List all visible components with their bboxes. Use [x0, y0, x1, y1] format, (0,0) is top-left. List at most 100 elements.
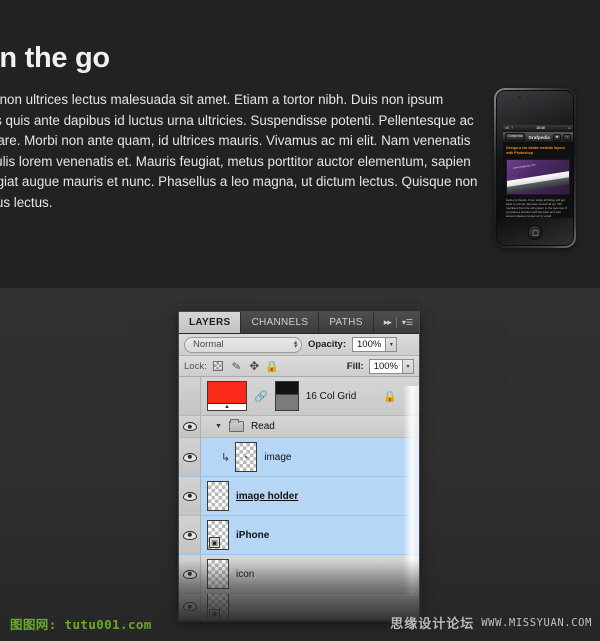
layer-thumbnail[interactable] [207, 481, 229, 511]
iphone-body: ull. ? 18:46 ▭ Grafpedia Grafpedia ★ › D… [496, 90, 574, 246]
front-camera-icon [518, 96, 521, 99]
move-lock-icon[interactable]: ✥ [248, 359, 261, 373]
back-button[interactable]: Grafpedia [505, 133, 526, 141]
layer-row-body: ▣ iPhone [201, 516, 419, 554]
table-row[interactable]: icon [179, 555, 419, 594]
chevron-down-icon[interactable]: ▼ [215, 423, 222, 430]
article-image-caption: www.grafpedia.com [513, 163, 537, 171]
layer-row-body: ▣ [201, 594, 419, 619]
panel-menu-icon[interactable]: ▾☰ [402, 318, 413, 327]
article-image: www.grafpedia.com [506, 159, 570, 195]
layer-visibility-toggle[interactable] [179, 438, 201, 476]
fill-label: Fill: [346, 360, 364, 372]
home-button[interactable] [527, 225, 543, 240]
lock-icon: 🔒 [383, 390, 397, 403]
mask-link-icon[interactable]: 🔗 [254, 390, 268, 403]
layer-row-body: image holder [201, 477, 419, 515]
status-bar: ull. ? 18:46 ▭ [503, 125, 573, 132]
table-row[interactable]: image holder [179, 477, 419, 516]
tab-paths[interactable]: PATHS [319, 312, 374, 333]
layer-row-body: ↳ image [201, 438, 419, 476]
eye-icon [182, 569, 197, 579]
layer-name: image [264, 451, 292, 463]
table-row[interactable]: ▣ [179, 594, 419, 620]
iphone-mockup: ull. ? 18:46 ▭ Grafpedia Grafpedia ★ › D… [494, 88, 576, 248]
hero-paragraph: rci, non ultrices lectus malesuada sit a… [0, 90, 478, 214]
layer-visibility-toggle[interactable] [179, 416, 201, 437]
earpiece-speaker [525, 97, 545, 100]
watermark-forum-url: WWW.MISSYUAN.COM [481, 616, 592, 629]
hero-line: ornare. Morbi non ante quam, id ultrices… [0, 133, 471, 149]
layer-visibility-toggle[interactable] [179, 555, 201, 593]
layer-name: icon [236, 568, 255, 580]
article-content: Design a car dealer website layout with … [503, 143, 573, 218]
screenshot-root: on the go rci, non ultrices lectus males… [0, 0, 600, 641]
layer-row-body: icon [201, 555, 419, 593]
tab-layers[interactable]: LAYERS [179, 312, 242, 333]
iphone-screen: ull. ? 18:46 ▭ Grafpedia Grafpedia ★ › D… [503, 125, 573, 218]
tab-channels[interactable]: CHANNELS [241, 312, 320, 333]
transparency-lock-icon[interactable] [212, 360, 225, 373]
blend-mode-select[interactable]: Normal ▴ ▾ [184, 336, 302, 353]
app-navigation-bar: Grafpedia Grafpedia ★ › [503, 132, 573, 143]
layer-thumbnail[interactable]: ▣ [207, 520, 229, 550]
opacity-label: Opacity: [308, 339, 347, 350]
status-time: 18:46 [536, 125, 545, 130]
hero-line: iaculis lorem venenatis et. Mauris feugi… [0, 153, 471, 169]
layer-thumbnail[interactable] [235, 442, 258, 472]
chevron-down-icon[interactable]: ▾ [402, 359, 413, 373]
panel-tab-bar: LAYERS CHANNELS PATHS ▸▸ ▾☰ [179, 312, 419, 334]
layer-row-body: ▲ 🔗 16 Col Grid 🔒 [201, 377, 419, 415]
watermark-right: 思缘设计论坛 WWW.MISSYUAN.COM [390, 613, 592, 633]
layer-thumbnail[interactable]: ▲ [207, 381, 247, 411]
carrier-signal-label: ull. ? [505, 125, 514, 130]
smart-object-icon: ▣ [209, 537, 220, 548]
panel-tab-icons: ▸▸ ▾☰ [377, 312, 419, 333]
hero-line: pibus lectus. [0, 194, 53, 210]
layer-mask-thumbnail[interactable] [274, 381, 299, 411]
brush-lock-icon[interactable]: ✎ [229, 358, 244, 373]
app-bar-actions: ★ › [552, 133, 571, 141]
hero-banner: on the go rci, non ultrices lectus males… [0, 0, 600, 288]
page-title: on the go [0, 42, 110, 74]
layer-row-body: ▼ Read [201, 416, 419, 437]
eye-icon [182, 491, 197, 501]
article-title: Design a car dealer website layout with … [506, 146, 565, 155]
opacity-input[interactable]: 100% ▾ [352, 337, 398, 352]
table-row[interactable]: ▼ Read [179, 416, 419, 438]
layers-list: ▲ 🔗 16 Col Grid 🔒 ▼ Read ↳ image image h… [179, 377, 419, 620]
watermark-forum-name: 思缘设计论坛 [390, 617, 475, 632]
battery-icon: ▭ [567, 125, 571, 130]
layer-visibility-toggle[interactable] [179, 594, 201, 619]
layer-visibility-toggle[interactable] [179, 477, 201, 515]
fill-value: 100% [373, 360, 398, 372]
icon-divider [395, 317, 397, 328]
chevron-down-icon[interactable]: ▾ [385, 338, 397, 351]
smart-object-icon: ▣ [209, 608, 220, 619]
table-row[interactable]: ↳ image [179, 438, 419, 477]
all-lock-icon[interactable]: 🔒 [265, 360, 279, 373]
chevron-right-icon[interactable]: › [562, 133, 571, 141]
layer-name: 16 Col Grid [305, 390, 357, 402]
folder-icon [228, 419, 244, 432]
layer-name: image holder [236, 490, 299, 502]
table-row[interactable]: ▣ iPhone [179, 516, 419, 555]
fill-input[interactable]: 100% ▾ [368, 358, 414, 374]
blend-mode-row: Normal ▴ ▾ Opacity: 100% ▾ [179, 334, 419, 356]
layer-thumbnail[interactable] [207, 559, 229, 589]
eye-icon [182, 602, 197, 611]
layer-name: Read [250, 421, 275, 432]
lock-label: Lock: [184, 360, 207, 372]
layer-visibility-toggle[interactable] [179, 377, 201, 415]
eye-icon [182, 530, 197, 540]
star-icon[interactable]: ★ [552, 133, 561, 141]
double-chevron-right-icon[interactable]: ▸▸ [384, 317, 392, 328]
chevron-updown-icon: ▴ ▾ [293, 338, 297, 350]
layer-visibility-toggle[interactable] [179, 516, 201, 554]
table-row[interactable]: ▲ 🔗 16 Col Grid 🔒 [179, 377, 419, 416]
photoshop-layers-panel: LAYERS CHANNELS PATHS ▸▸ ▾☰ Normal ▴ ▾ Op… [178, 311, 420, 621]
eye-icon [182, 452, 197, 462]
layer-thumbnail[interactable]: ▣ [207, 594, 229, 619]
watermark-left: 图图网: tutu001.com [10, 617, 152, 632]
blend-mode-value: Normal [193, 339, 224, 350]
